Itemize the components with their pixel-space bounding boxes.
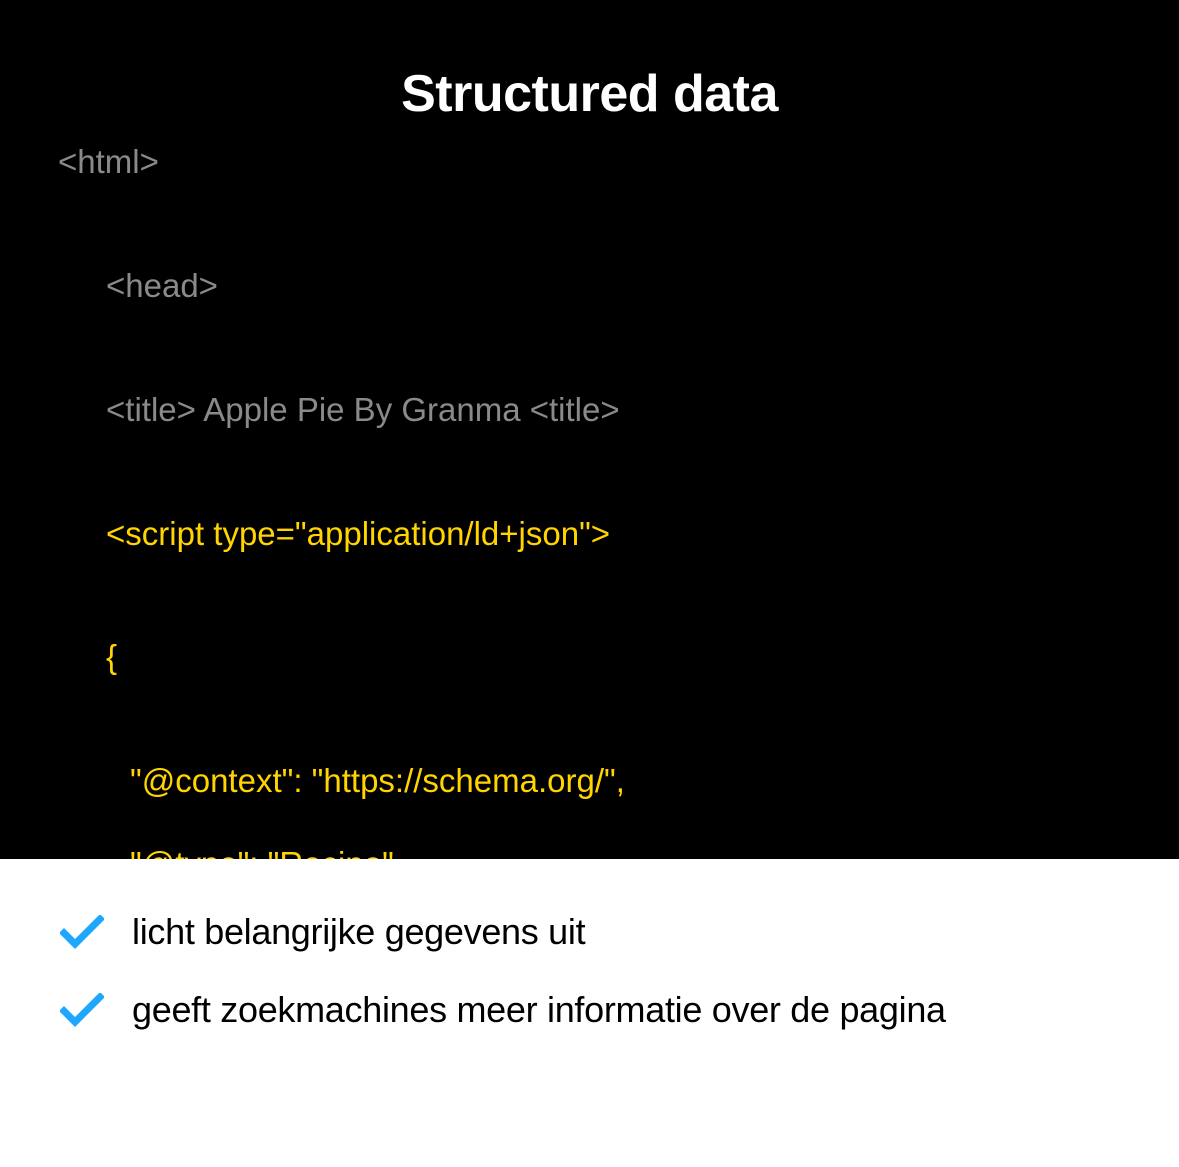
check-icon	[60, 915, 104, 949]
code-line-head-open: <head>	[58, 265, 218, 306]
code-line-title: <title> Apple Pie By Granma <title>	[58, 389, 620, 430]
code-line-html-open: <html>	[58, 143, 159, 180]
bullet-text: geeft zoekmachines meer informatie over …	[132, 989, 946, 1031]
slide-title: Structured data	[0, 64, 1179, 124]
bullet-list: licht belangrijke gegevens uit geeft zoe…	[0, 859, 1179, 1167]
code-line-type: "@type": "Recipe",	[58, 843, 403, 860]
check-icon	[60, 993, 104, 1027]
bullet-row: geeft zoekmachines meer informatie over …	[60, 989, 1119, 1031]
slide: Structured data <html> <head> <title> Ap…	[0, 0, 1179, 1167]
code-panel: Structured data <html> <head> <title> Ap…	[0, 0, 1179, 859]
code-block: <html> <head> <title> Apple Pie By Granm…	[58, 70, 1121, 859]
bullet-row: licht belangrijke gegevens uit	[60, 911, 1119, 953]
code-line-brace-open: {	[58, 636, 117, 677]
bullet-text: licht belangrijke gegevens uit	[132, 911, 585, 953]
code-line-script-open: <script type="application/ld+json">	[58, 513, 610, 554]
code-line-context: "@context": "https://schema.org/",	[58, 760, 625, 801]
